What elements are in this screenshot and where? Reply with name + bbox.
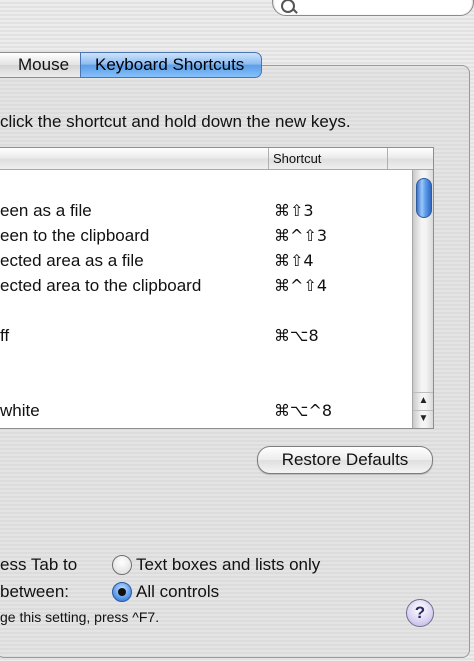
vertical-scrollbar[interactable]: ▲ ▼ [412, 170, 433, 428]
table-row[interactable]: ected area as a file ⌘⇧4 [0, 249, 412, 274]
table-body: een as a file ⌘⇧3 een to the clipboard ⌘… [0, 170, 412, 428]
radio-all-controls-label[interactable]: All controls [136, 582, 219, 602]
full-keyboard-access-label-line1: ess Tab to [0, 555, 78, 574]
table-row[interactable]: ff ⌘⌥8 [0, 324, 412, 349]
row-shortcut: ⌘^⇧3 [274, 226, 327, 245]
table-row[interactable]: ected area to the clipboard ⌘^⇧4 [0, 274, 412, 299]
scrollbar-thumb[interactable] [416, 178, 432, 218]
radio-text-boxes-only-label[interactable]: Text boxes and lists only [136, 555, 320, 575]
row-action: ected area to the clipboard [0, 276, 202, 295]
help-icon: ? [414, 603, 426, 622]
keyboard-access-note: ge this setting, press ^F7. [0, 609, 160, 625]
table-row[interactable]: een to the clipboard ⌘^⇧3 [0, 224, 412, 249]
restore-defaults-button[interactable]: Restore Defaults [257, 446, 433, 474]
row-action: ected area as a file [0, 251, 144, 270]
row-shortcut: ⌘⌥^8 [274, 401, 333, 420]
scroll-up-arrow-icon[interactable]: ▲ [413, 392, 433, 409]
row-shortcut: ⌘^⇧4 [274, 276, 327, 295]
help-button[interactable]: ? [406, 599, 434, 627]
radio-text-boxes-only[interactable] [112, 555, 132, 575]
table-row[interactable]: white ⌘⌥^8 [0, 399, 412, 424]
radio-all-controls[interactable] [112, 582, 132, 602]
tab-bar: Mouse Keyboard Shortcuts [0, 52, 263, 78]
column-divider [268, 148, 269, 169]
table-header: Shortcut [0, 148, 433, 170]
scroll-down-arrow-icon[interactable]: ▼ [413, 410, 433, 427]
tab-mouse[interactable]: Mouse [0, 52, 80, 78]
column-divider [387, 148, 388, 169]
row-shortcut: ⌘⌥8 [274, 326, 319, 345]
row-action: white [0, 401, 40, 420]
row-shortcut: ⌘⇧3 [274, 201, 314, 220]
row-action: een to the clipboard [0, 226, 150, 245]
row-action: ff [0, 326, 10, 345]
instructions-text: click the shortcut and hold down the new… [0, 112, 351, 131]
row-action: een as a file [0, 201, 92, 220]
search-icon [281, 0, 295, 13]
tab-keyboard-shortcuts[interactable]: Keyboard Shortcuts [80, 52, 263, 78]
search-field[interactable] [272, 0, 474, 16]
row-shortcut: ⌘⇧4 [274, 251, 314, 270]
table-row[interactable]: een as a file ⌘⇧3 [0, 199, 412, 224]
shortcuts-table[interactable]: Shortcut een as a file ⌘⇧3 een to the cl… [0, 147, 434, 429]
full-keyboard-access-label-line2: between: [0, 582, 69, 601]
column-header-shortcut[interactable]: Shortcut [273, 151, 321, 166]
